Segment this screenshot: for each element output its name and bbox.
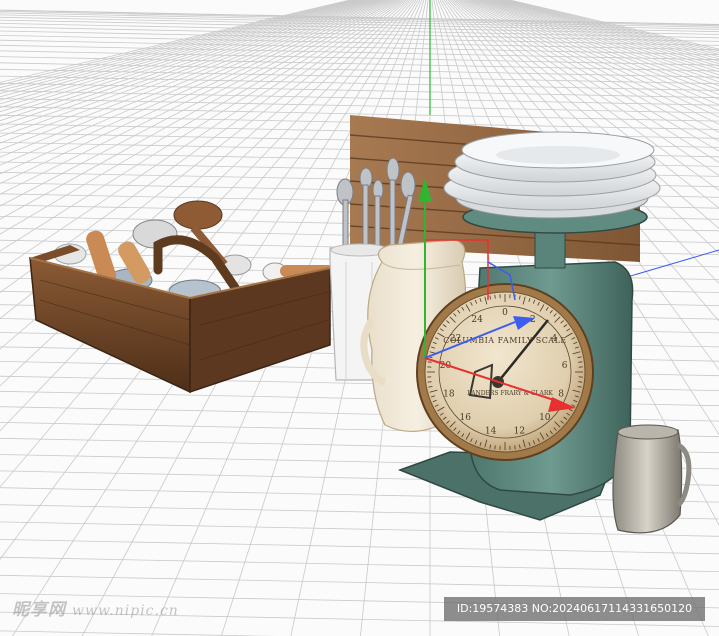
dial-tick <box>514 445 516 450</box>
dial-number: 0 <box>502 308 508 318</box>
stacked-plates <box>443 131 661 219</box>
dial-number: 24 <box>471 315 483 325</box>
grid-line <box>0 504 719 520</box>
dial-number: 18 <box>443 389 455 399</box>
render-viewport: 0 2 4 6 8 10 12 14 16 18 20 22 24 COLUMBIA FAMILY SC… <box>0 0 719 636</box>
dial-number: 6 <box>562 361 568 371</box>
dial-tick <box>578 361 583 363</box>
dial-tick <box>494 445 496 450</box>
grid-line <box>0 630 275 636</box>
tin-measuring-cup <box>612 424 692 534</box>
dial-number: 14 <box>485 426 497 436</box>
wooden-spoon <box>173 200 223 230</box>
grid-line <box>0 487 719 503</box>
dial-number: 12 <box>514 426 525 436</box>
watermark-site-url: www.nipic.cn <box>72 603 179 619</box>
dial-tick <box>578 381 583 383</box>
watermark-id-bar: ID:19574383 NO:20240617114331650120 <box>444 597 705 621</box>
watermark-site: 昵享网 www.nipic.cn <box>12 596 179 624</box>
dial-tick <box>427 381 432 383</box>
dial-number: 8 <box>558 389 564 399</box>
grid-line <box>0 539 719 555</box>
dial-tick <box>494 294 496 299</box>
watermark-site-name: 昵享网 <box>12 600 66 620</box>
grid-line <box>0 98 719 114</box>
grid-line <box>0 75 719 91</box>
grid-line <box>0 521 719 537</box>
kitchen-still-life-scene: 024681012141618202224 COLUMBIA FAMILY SC… <box>0 0 719 636</box>
dial-tick <box>427 361 432 363</box>
dial-number: 16 <box>459 413 471 423</box>
grid-line <box>0 556 719 572</box>
dial-number: 10 <box>539 413 551 423</box>
